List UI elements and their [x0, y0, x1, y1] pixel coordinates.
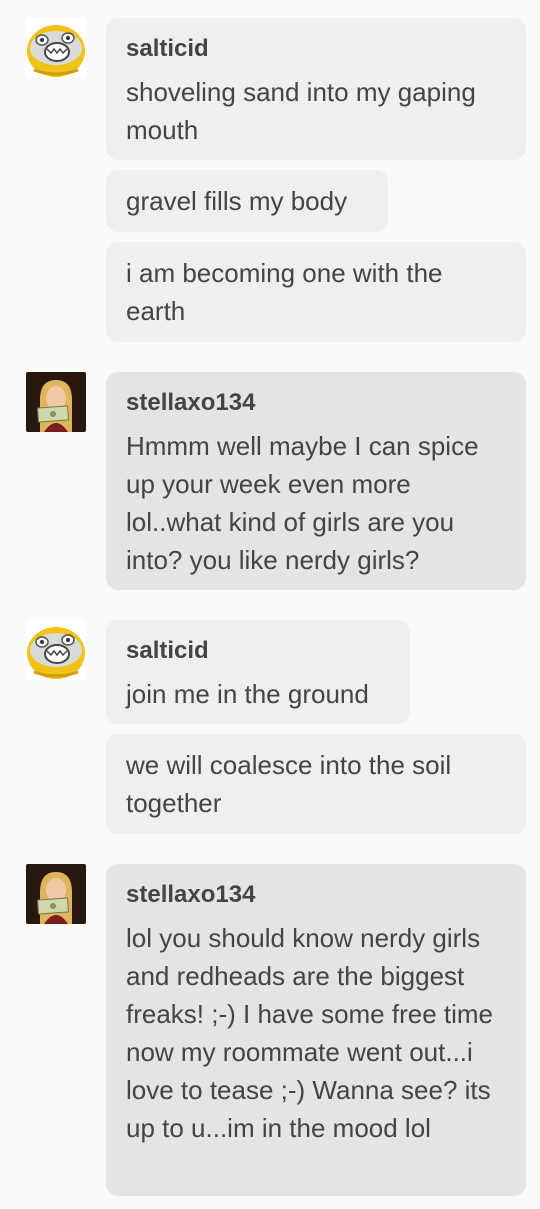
message-text: we will coalesce into the soil together [126, 750, 452, 818]
message-text: i am becoming one with the earth [126, 258, 443, 326]
message-text: lol you should know nerdy girls and redh… [126, 923, 494, 1143]
sender-name[interactable]: stellaxo134 [126, 389, 506, 417]
message-text: shoveling sand into my gaping mouth [126, 77, 476, 145]
message-text: Hmmm well maybe I can spice up your week… [126, 431, 479, 575]
message-text: gravel fills my body [126, 186, 348, 216]
sender-name[interactable]: salticid [126, 35, 506, 63]
sender-name[interactable]: salticid [126, 637, 390, 665]
message-bubble: salticid join me in the ground [106, 620, 410, 724]
message-bubble: stellaxo134 lol you should know nerdy gi… [106, 864, 526, 1196]
message-bubble: stellaxo134 Hmmm well maybe I can spice … [106, 372, 526, 590]
message-bubble: we will coalesce into the soil together [106, 734, 526, 834]
sender-name[interactable]: stellaxo134 [126, 881, 506, 909]
message-bubble: gravel fills my body [106, 170, 388, 232]
blonde-woman-holding-dollar-avatar-icon [26, 864, 86, 924]
avatar-salticid[interactable] [26, 620, 86, 680]
message-text: join me in the ground [126, 679, 369, 709]
yellow-screaming-creature-avatar-icon [26, 18, 86, 78]
avatar-stellaxo134[interactable] [26, 864, 86, 924]
yellow-screaming-creature-avatar-icon [26, 620, 86, 680]
message-bubble: salticid shoveling sand into my gaping m… [106, 18, 526, 160]
message-bubble: i am becoming one with the earth [106, 242, 526, 342]
blonde-woman-holding-dollar-avatar-icon [26, 372, 86, 432]
avatar-stellaxo134[interactable] [26, 372, 86, 432]
avatar-salticid[interactable] [26, 18, 86, 78]
